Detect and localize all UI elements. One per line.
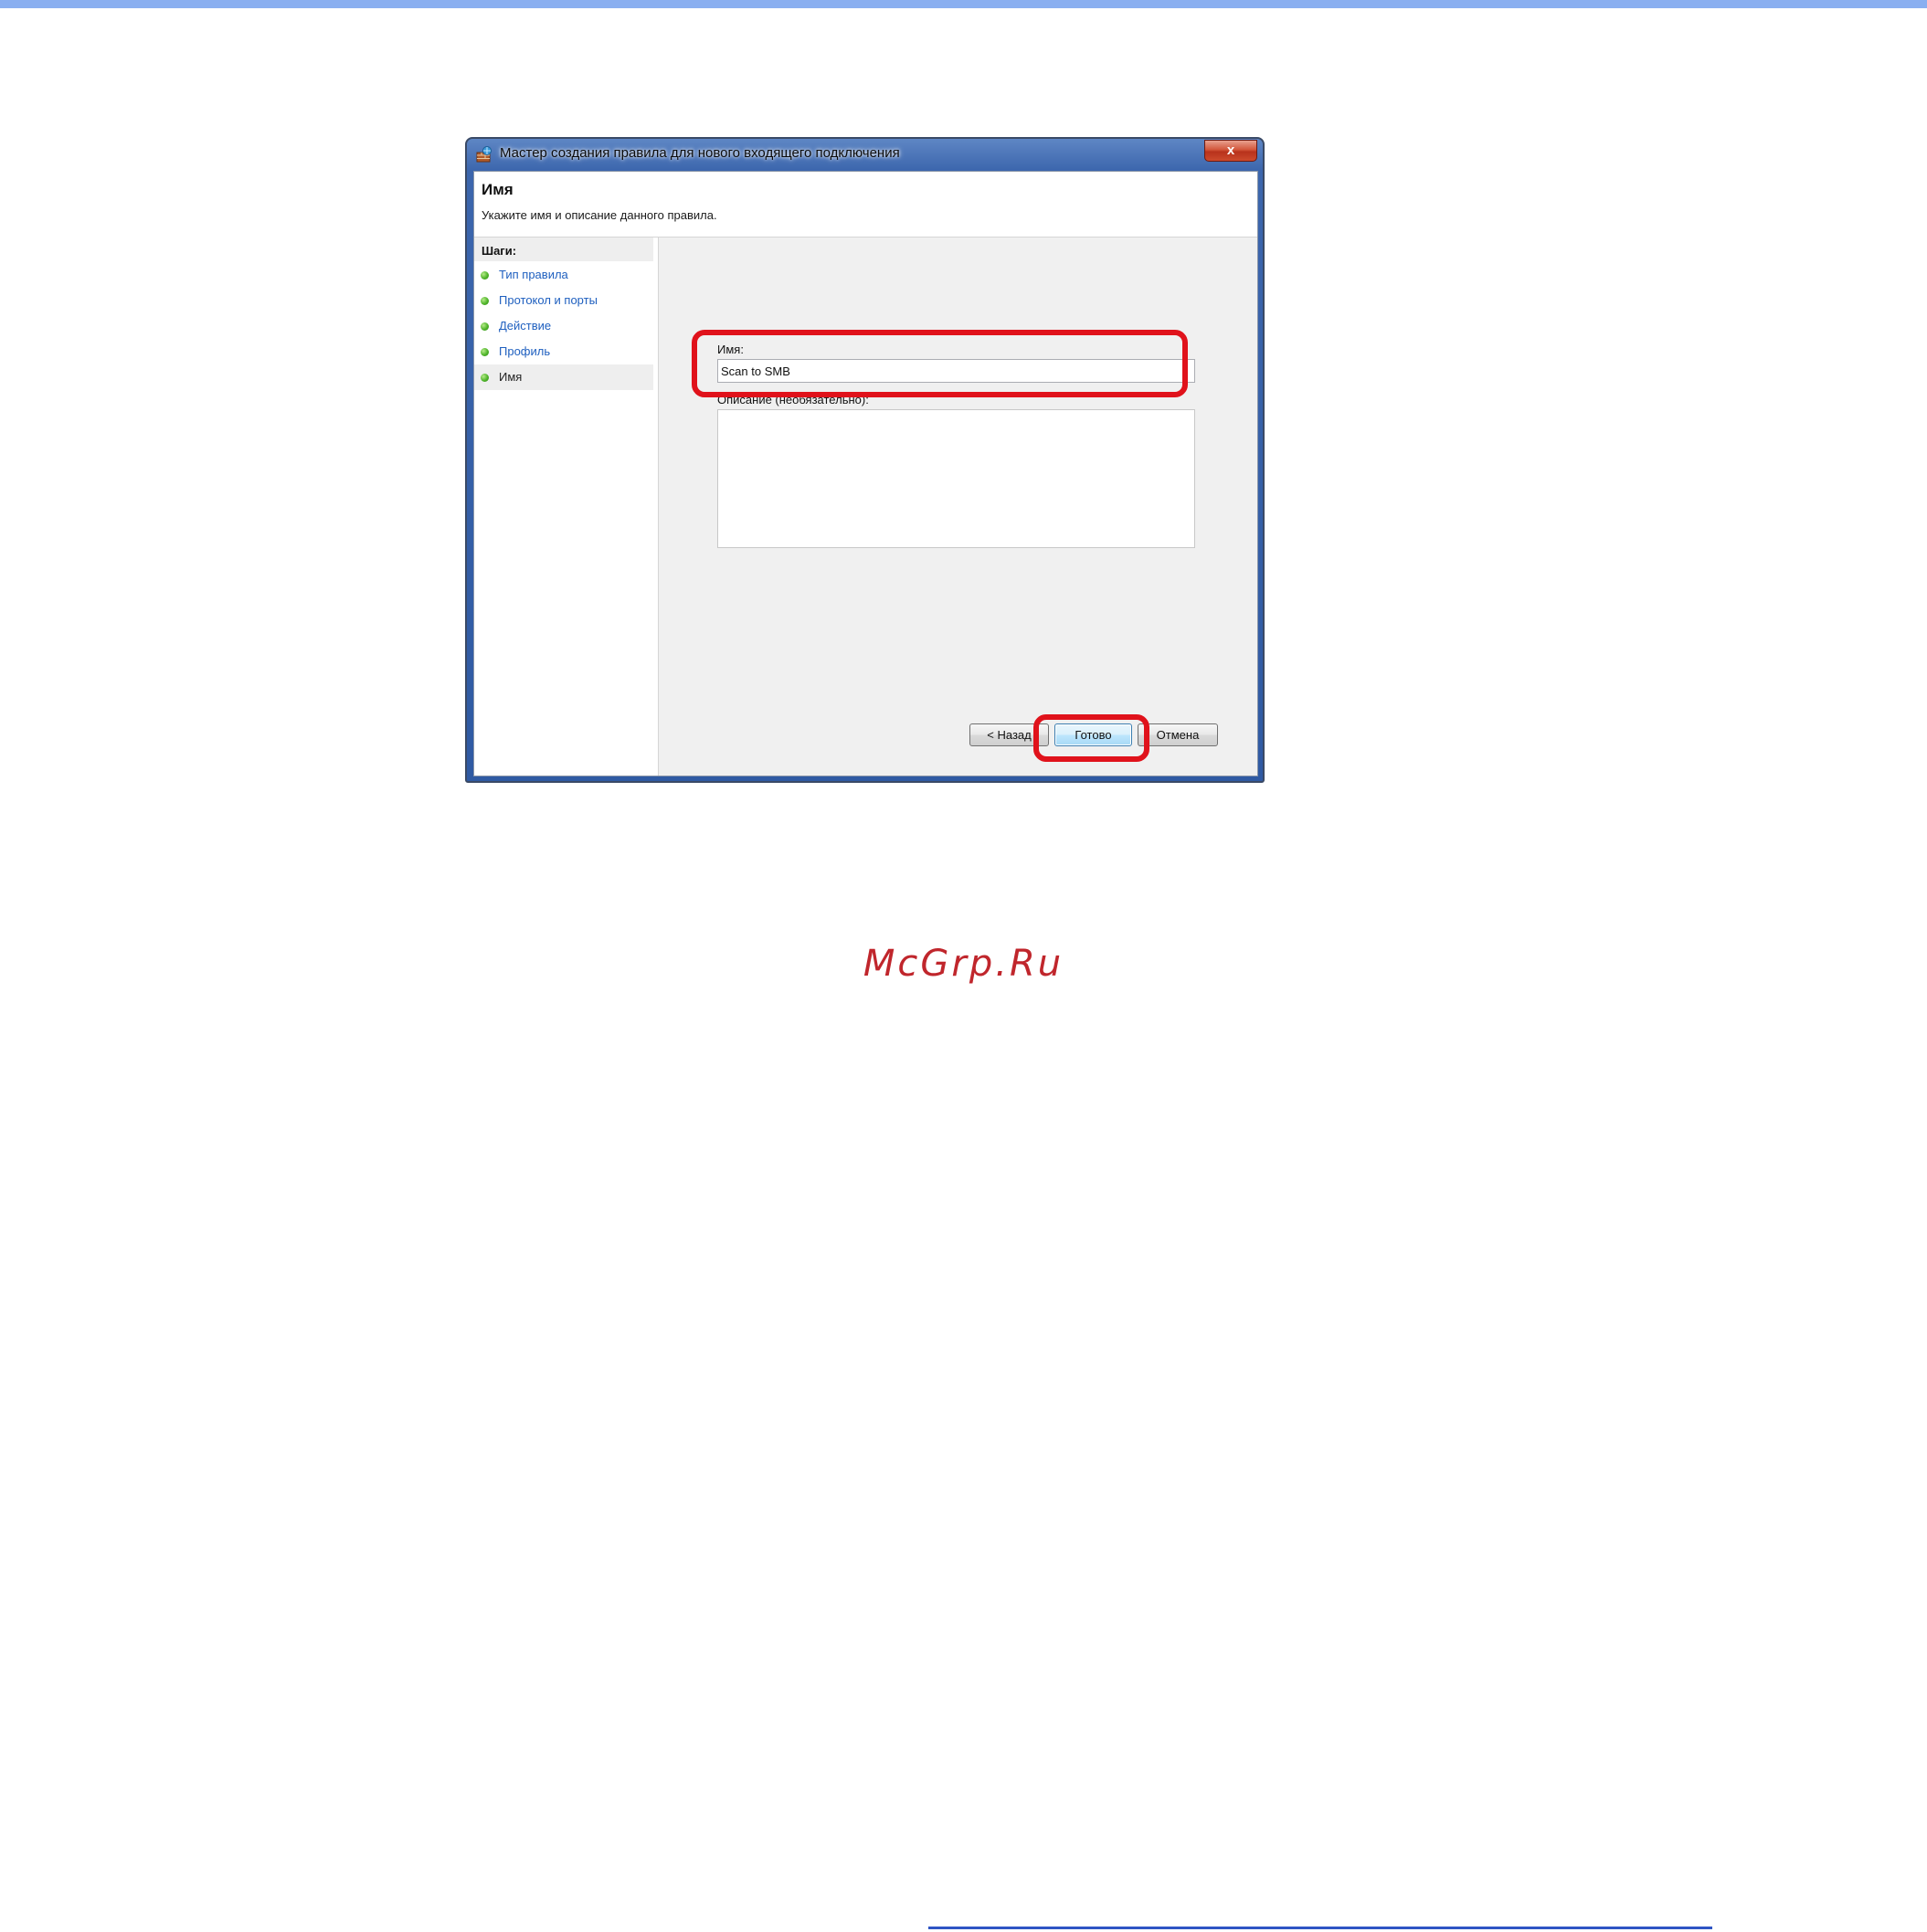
step-label: Профиль	[499, 344, 551, 358]
wizard-window: Мастер создания правила для нового входя…	[465, 137, 1265, 783]
steps-heading: Шаги:	[474, 238, 653, 261]
step-label: Имя	[499, 370, 523, 384]
name-field-highlight	[692, 330, 1188, 397]
step-complete-icon	[481, 348, 489, 356]
close-button[interactable]: x	[1204, 140, 1257, 162]
step-complete-icon	[481, 297, 489, 305]
step-profile[interactable]: Профиль	[474, 339, 653, 364]
step-rule-type[interactable]: Тип правила	[474, 262, 653, 288]
steps-heading-label: Шаги:	[482, 244, 517, 258]
window-client-area: Имя Укажите имя и описание данного прави…	[473, 171, 1258, 776]
step-complete-icon	[481, 271, 489, 280]
page-title: Имя	[482, 181, 514, 198]
steps-sidebar: Шаги: Тип правила Протокол и порты Дейст…	[474, 238, 659, 776]
top-accent-bar	[0, 0, 1927, 8]
bottom-rule	[928, 1927, 1712, 1929]
step-name-current: Имя	[474, 364, 653, 390]
finish-button-highlight	[1033, 714, 1149, 762]
step-current-icon	[481, 374, 489, 382]
title-bar[interactable]: Мастер создания правила для нового входя…	[467, 139, 1263, 169]
watermark-text: McGrp.Ru	[863, 943, 1064, 985]
wizard-header: Имя Укажите имя и описание данного прави…	[474, 172, 1257, 238]
page-subtitle: Укажите имя и описание данного правила.	[482, 208, 717, 222]
close-icon: x	[1226, 143, 1235, 158]
step-label: Тип правила	[499, 268, 568, 281]
step-action[interactable]: Действие	[474, 313, 653, 339]
firewall-icon	[476, 146, 492, 163]
step-label: Протокол и порты	[499, 293, 598, 307]
step-protocol-ports[interactable]: Протокол и порты	[474, 288, 653, 313]
description-textarea[interactable]	[717, 409, 1195, 548]
cancel-button[interactable]: Отмена	[1138, 723, 1218, 746]
step-complete-icon	[481, 322, 489, 331]
step-label: Действие	[499, 319, 552, 333]
wizard-content: Имя: Описание (необязательно): < Назад Г…	[660, 238, 1257, 776]
window-title: Мастер создания правила для нового входя…	[500, 145, 900, 161]
